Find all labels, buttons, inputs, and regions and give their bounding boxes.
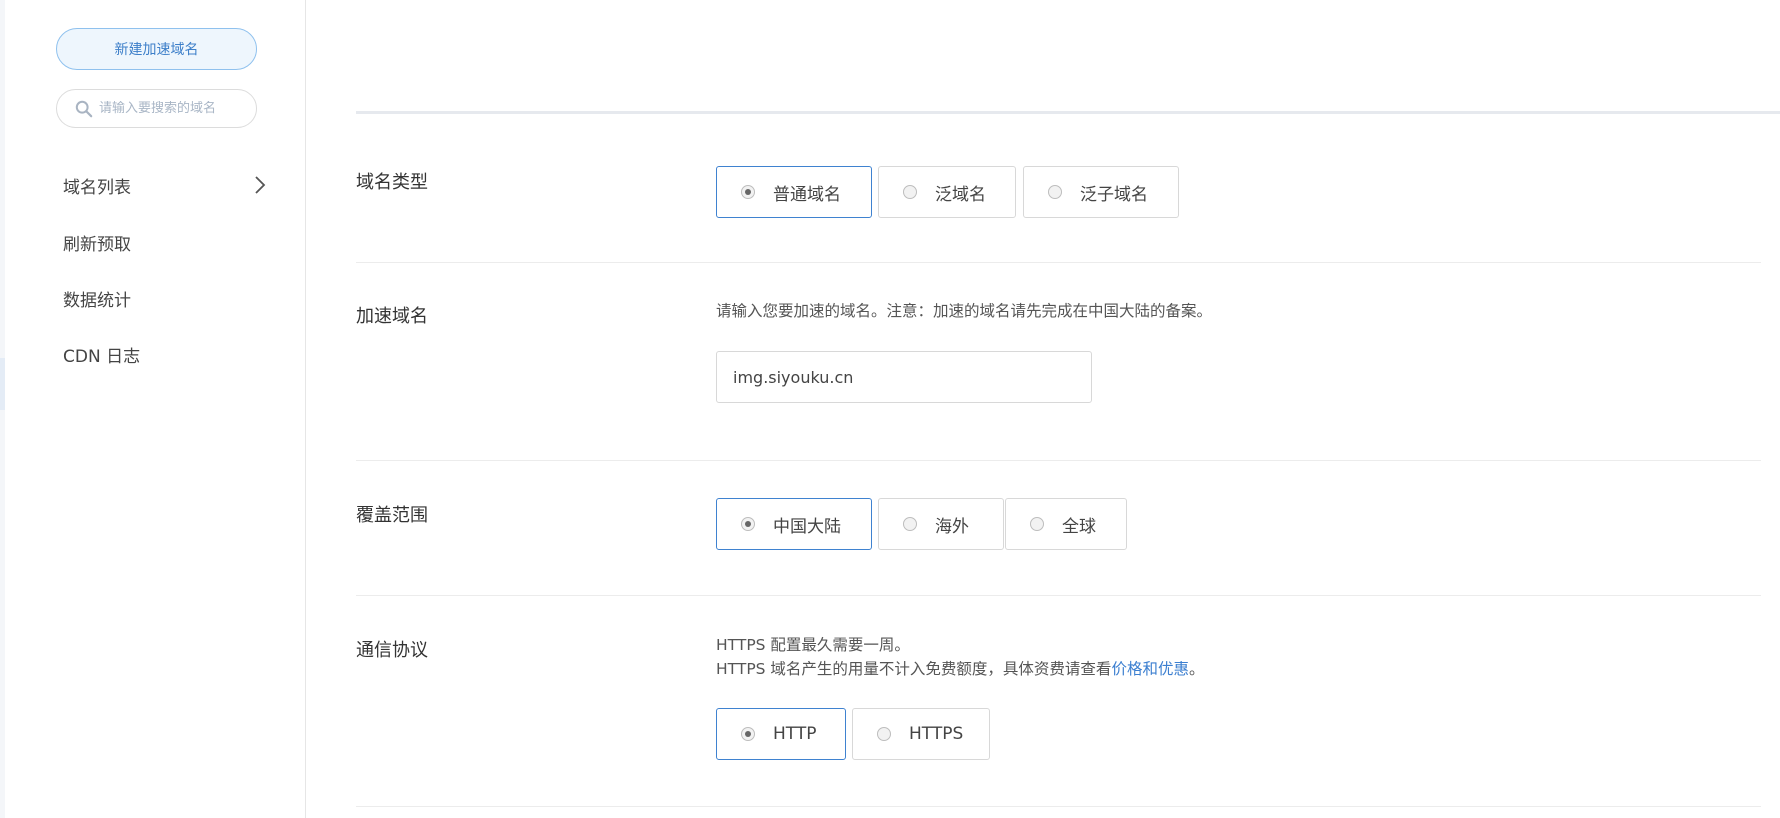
domain-search-box[interactable] (56, 89, 257, 128)
radio-selected-icon (741, 185, 755, 199)
protocol-hint-text: HTTPS 域名产生的用量不计入免费额度，具体资费请查看 (716, 660, 1112, 678)
sidebar-item-label: CDN 日志 (63, 346, 141, 367)
sidebar: 新建加速域名 域名列表 刷新预取 数据统计 CDN 日志 (5, 0, 306, 818)
sidebar-item-label: 刷新预取 (63, 234, 131, 255)
protocol-label: 通信协议 (356, 640, 428, 661)
accel-domain-hint: 请输入您要加速的域名。注意：加速的域名请先完成在中国大陆的备案。 (716, 302, 1213, 320)
sidebar-item-label: 数据统计 (63, 290, 131, 311)
protocol-hint-line1: HTTPS 配置最久需要一周。 (716, 636, 910, 654)
option-label: HTTPS (909, 724, 964, 744)
protocol-option-http[interactable]: HTTP (716, 708, 846, 760)
option-label: 中国大陆 (773, 516, 841, 537)
option-label: 海外 (935, 516, 969, 537)
radio-selected-icon (741, 727, 755, 741)
domain-type-option-wildcard[interactable]: 泛域名 (878, 166, 1016, 218)
option-label: 泛域名 (935, 184, 986, 205)
option-label: 普通域名 (773, 184, 841, 205)
option-label: 全球 (1062, 516, 1096, 537)
radio-unselected-icon (1048, 185, 1062, 199)
option-label: 泛子域名 (1080, 184, 1148, 205)
sidebar-item-stats[interactable]: 数据统计 (63, 283, 263, 313)
protocol-hint-suffix: 。 (1188, 660, 1205, 678)
section-divider (356, 111, 1780, 114)
main-content: 域名类型 普通域名 泛域名 泛子域名 加速域名 请输入您要加速的域名。注意：加速… (306, 0, 1780, 818)
protocol-option-https[interactable]: HTTPS (852, 708, 990, 760)
new-accel-domain-button[interactable]: 新建加速域名 (56, 28, 257, 70)
pricing-link[interactable]: 价格和优惠 (1111, 660, 1189, 678)
row-divider (356, 595, 1761, 596)
domain-type-option-normal[interactable]: 普通域名 (716, 166, 872, 218)
search-icon (75, 100, 93, 117)
row-divider (356, 262, 1761, 263)
sidebar-item-domain-list[interactable]: 域名列表 (63, 170, 266, 200)
coverage-label: 覆盖范围 (356, 505, 428, 526)
domain-type-option-wildcard-sub[interactable]: 泛子域名 (1023, 166, 1179, 218)
coverage-option-mainland[interactable]: 中国大陆 (716, 498, 872, 550)
domain-search-input[interactable] (99, 101, 249, 116)
row-divider (356, 806, 1761, 807)
domain-type-label: 域名类型 (356, 172, 428, 193)
coverage-option-global[interactable]: 全球 (1005, 498, 1127, 550)
protocol-hint-line2: HTTPS 域名产生的用量不计入免费额度，具体资费请查看价格和优惠。 (716, 658, 1204, 680)
radio-selected-icon (741, 517, 755, 531)
accel-domain-label: 加速域名 (356, 306, 428, 327)
accel-domain-input[interactable] (716, 351, 1092, 403)
coverage-option-overseas[interactable]: 海外 (878, 498, 1004, 550)
radio-unselected-icon (903, 185, 917, 199)
chevron-right-icon (255, 176, 266, 194)
option-label: HTTP (773, 724, 817, 744)
radio-unselected-icon (1030, 517, 1044, 531)
sidebar-item-label: 域名列表 (63, 177, 131, 198)
row-divider (356, 460, 1761, 461)
radio-unselected-icon (903, 517, 917, 531)
radio-unselected-icon (877, 727, 891, 741)
sidebar-item-refresh[interactable]: 刷新预取 (63, 227, 263, 257)
sidebar-item-cdn-logs[interactable]: CDN 日志 (63, 339, 263, 369)
